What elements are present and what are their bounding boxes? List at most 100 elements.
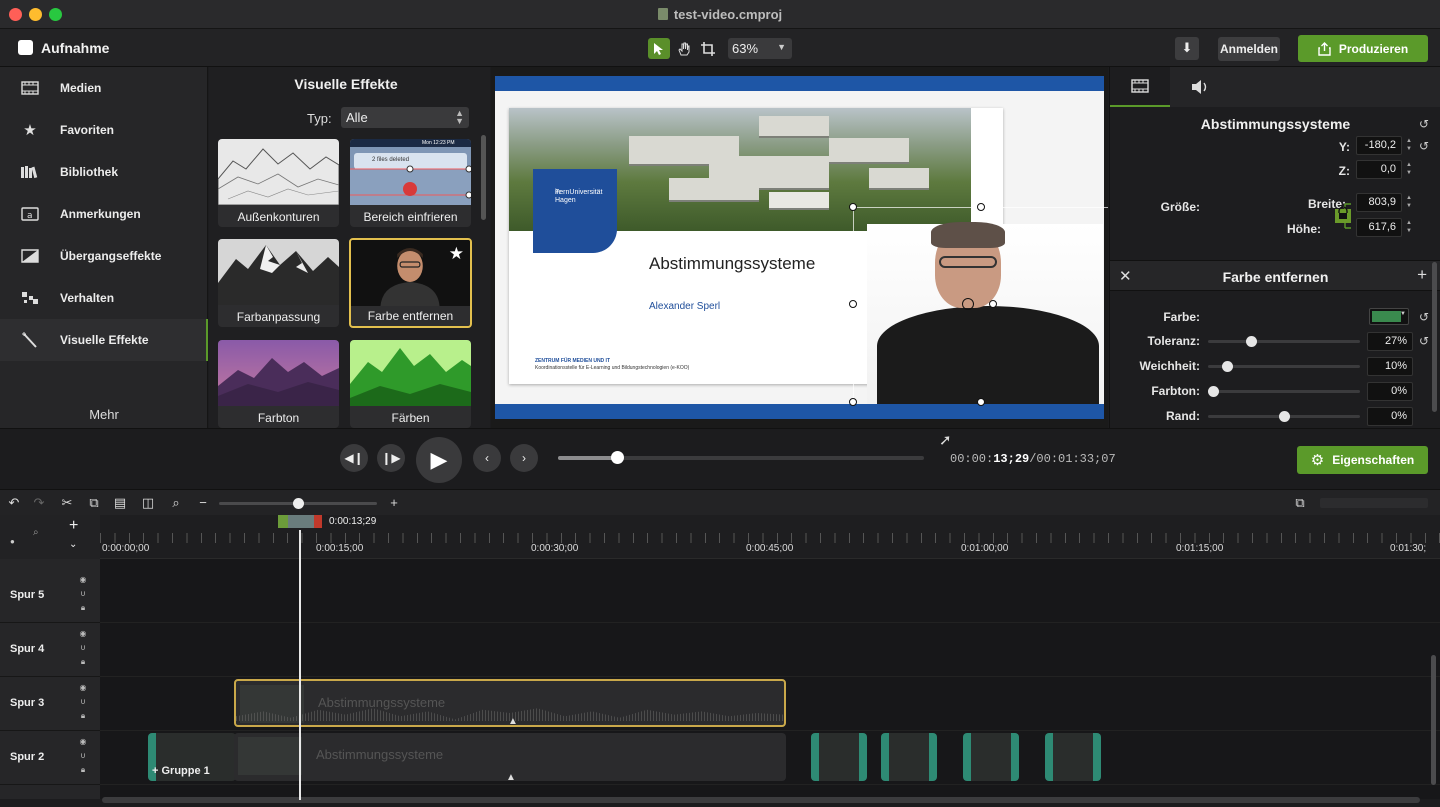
timeline-size-bar[interactable]	[1320, 498, 1428, 508]
crop-tool-button[interactable]	[697, 38, 719, 59]
timeline-zoom-slider[interactable]	[219, 498, 377, 509]
edge-input[interactable]: 0%	[1367, 407, 1413, 426]
track-row-5[interactable]	[100, 569, 1440, 623]
track-header-4[interactable]: Spur 4 ◉ ∪ 🔒︎	[0, 623, 100, 677]
playhead[interactable]	[278, 515, 322, 528]
effect-tile-remove-color[interactable]: ★ Farbe entfernen	[349, 238, 472, 328]
sidebar-item-annotations[interactable]: a Anmerkungen	[0, 193, 208, 235]
sidebar-item-transitions[interactable]: Übergangseffekte	[0, 235, 208, 277]
chevron-down-icon[interactable]: ⌄	[69, 539, 77, 550]
magnet-icon[interactable]: ∪	[78, 643, 88, 652]
speaker-video[interactable]	[867, 222, 1103, 406]
sidebar-item-behaviors[interactable]: Verhalten	[0, 277, 208, 319]
reset-icon[interactable]: ↺	[1419, 117, 1429, 131]
sidebar-item-visual-effects[interactable]: Visuelle Effekte	[0, 319, 208, 361]
effect-tile-colorize[interactable]: Färben	[350, 340, 471, 428]
reset-icon[interactable]: ↺	[1419, 139, 1429, 153]
snap-icon[interactable]: ⌕	[33, 527, 39, 538]
eye-icon[interactable]: ◉	[78, 575, 88, 584]
timeline-vertical-scrollbar[interactable]	[1431, 655, 1436, 785]
timeline-zoom-knob[interactable]	[292, 498, 304, 509]
aspect-lock-icon[interactable]	[1333, 200, 1355, 232]
effect-tile-outline[interactable]: Außenkonturen	[218, 139, 339, 227]
media-clip[interactable]	[881, 733, 937, 781]
track-row-4[interactable]	[100, 623, 1440, 677]
login-button[interactable]: Anmelden	[1218, 37, 1280, 61]
properties-scrollbar[interactable]	[1432, 262, 1437, 412]
zoom-out-icon[interactable]: −	[195, 495, 211, 511]
pan-tool-button[interactable]	[673, 38, 695, 59]
softness-slider[interactable]	[1208, 361, 1360, 372]
eye-icon[interactable]: ◉	[78, 629, 88, 638]
softness-slider-knob[interactable]	[1222, 361, 1234, 372]
playhead-out-marker[interactable]	[314, 515, 322, 528]
effect-tile-color-adjust[interactable]: Farbanpassung	[218, 239, 339, 327]
resize-handle[interactable]	[849, 398, 857, 406]
record-button-label[interactable]: Aufnahme	[41, 40, 109, 56]
track-header-5[interactable]: Spur 5 ◉ ∪ 🔒︎	[0, 569, 100, 623]
detach-timeline-icon[interactable]: ⧉	[1290, 495, 1310, 511]
favorite-star-icon[interactable]: ★	[449, 244, 464, 264]
media-clip[interactable]	[811, 733, 867, 781]
select-tool-button[interactable]	[648, 38, 670, 59]
tolerance-slider[interactable]	[1208, 336, 1360, 347]
cut-icon[interactable]: ✂	[59, 495, 75, 511]
zoom-icon[interactable]: ⌕	[168, 495, 184, 511]
height-input[interactable]: 617,6	[1356, 218, 1402, 237]
redo-icon[interactable]: ↷	[31, 495, 47, 511]
rotation-handle[interactable]	[962, 298, 974, 310]
y-position-input[interactable]: -180,2	[1356, 136, 1402, 155]
playback-scrubber-knob[interactable]	[610, 451, 624, 464]
y-stepper[interactable]: ▲ ▼	[1406, 137, 1412, 153]
produce-button[interactable]: Produzieren	[1298, 35, 1428, 62]
sidebar-item-library[interactable]: Bibliothek	[0, 151, 208, 193]
resize-handle[interactable]	[977, 203, 985, 211]
sidebar-item-media[interactable]: Medien	[0, 67, 208, 109]
track-header-2[interactable]: Spur 2 ◉ ∪ 🔒︎	[0, 731, 100, 785]
record-icon[interactable]	[18, 40, 33, 55]
preview-canvas[interactable]: FernUniversität in Hagen Abstimmungssyste…	[491, 67, 1108, 428]
step-back-button[interactable]: ◀❙	[340, 444, 368, 472]
paste-icon[interactable]: ▤	[112, 495, 128, 511]
timeline-tracks[interactable]: Abstimmungssysteme ▲ Abstimmungssysteme …	[100, 559, 1440, 799]
edge-slider-knob[interactable]	[1278, 411, 1290, 422]
eye-icon[interactable]: ◉	[78, 737, 88, 746]
lock-icon[interactable]: 🔒︎	[78, 765, 88, 775]
step-forward-button[interactable]: ❙▶	[377, 444, 405, 472]
resize-handle[interactable]	[849, 203, 857, 211]
reset-icon[interactable]: ↺	[1419, 334, 1429, 348]
lock-icon[interactable]: 🔒︎	[78, 711, 88, 721]
properties-button[interactable]: ⚙ Eigenschaften	[1297, 446, 1428, 474]
undo-icon[interactable]: ↶	[6, 495, 22, 511]
lock-icon[interactable]: 🔒︎	[78, 657, 88, 667]
zoom-select[interactable]: 63% ▼	[728, 38, 792, 59]
width-input[interactable]: 803,9	[1356, 193, 1402, 212]
sidebar-item-favorites[interactable]: ★ Favoriten	[0, 109, 208, 151]
play-button[interactable]: ▶	[416, 437, 462, 483]
clip-track-3[interactable]: Abstimmungssysteme ▲	[234, 679, 786, 727]
media-clip[interactable]	[963, 733, 1019, 781]
color-picker[interactable]: ▼	[1369, 308, 1409, 325]
width-stepper[interactable]: ▲ ▼	[1406, 194, 1412, 210]
resize-handle[interactable]	[977, 398, 985, 406]
eye-icon[interactable]: ◉	[78, 683, 88, 692]
effects-scrollbar[interactable]	[481, 135, 486, 220]
magnet-icon[interactable]: ∪	[78, 751, 88, 760]
edge-slider[interactable]	[1208, 411, 1360, 422]
resize-handle[interactable]	[989, 300, 997, 308]
plus-icon[interactable]: +	[1417, 265, 1427, 285]
height-stepper[interactable]: ▲ ▼	[1406, 219, 1412, 235]
reset-icon[interactable]: ↺	[1419, 310, 1429, 324]
add-track-icon[interactable]: +	[69, 517, 78, 535]
split-icon[interactable]: ◫	[140, 495, 156, 511]
previous-marker-button[interactable]: ‹	[473, 444, 501, 472]
more-button[interactable]: Mehr	[0, 407, 208, 422]
playhead-in-marker[interactable]	[278, 515, 288, 528]
softness-input[interactable]: 10%	[1367, 357, 1413, 376]
copy-icon[interactable]: ⧉	[86, 495, 102, 511]
group-label[interactable]: + Gruppe 1	[152, 765, 210, 777]
tolerance-slider-knob[interactable]	[1246, 336, 1258, 347]
resize-handle[interactable]	[849, 300, 857, 308]
z-stepper[interactable]: ▲ ▼	[1406, 161, 1412, 177]
zoom-in-icon[interactable]: +	[386, 495, 402, 511]
